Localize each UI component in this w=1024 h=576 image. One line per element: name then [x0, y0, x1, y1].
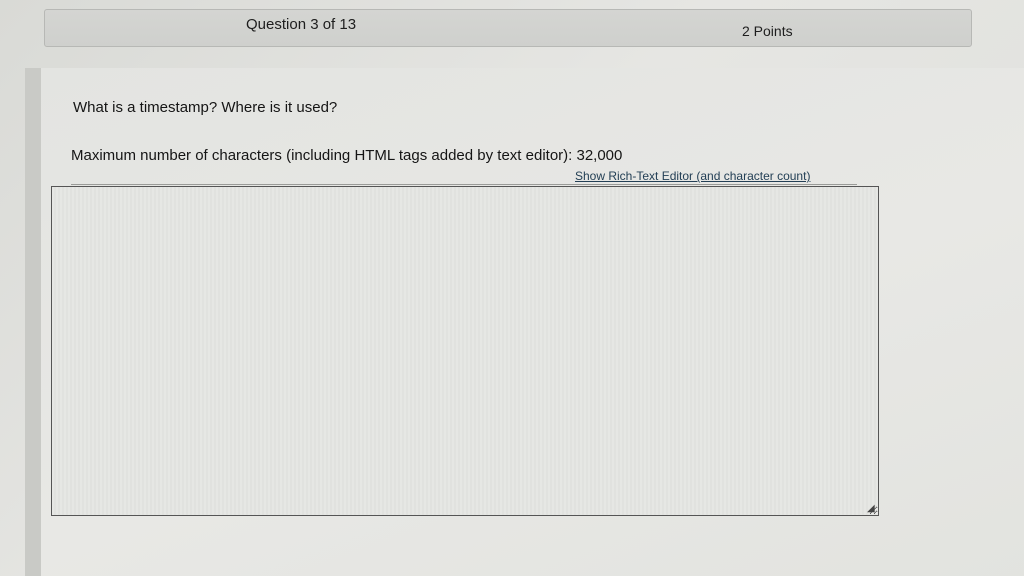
quiz-screen: Question 3 of 13 2 Points What is a time… [0, 0, 1024, 576]
question-left-accent [25, 68, 41, 576]
max-characters-note: Maximum number of characters (including … [71, 147, 623, 164]
question-points: 2 Points [742, 23, 793, 39]
show-rich-text-editor-link[interactable]: Show Rich-Text Editor (and character cou… [575, 169, 810, 183]
question-panel: What is a timestamp? Where is it used? M… [41, 68, 1024, 576]
question-number: Question 3 of 13 [246, 16, 357, 33]
editor-toolbar-divider [71, 184, 857, 185]
question-header-bar: Question 3 of 13 2 Points [44, 9, 972, 47]
answer-textarea[interactable] [51, 186, 879, 516]
question-prompt: What is a timestamp? Where is it used? [73, 99, 338, 116]
